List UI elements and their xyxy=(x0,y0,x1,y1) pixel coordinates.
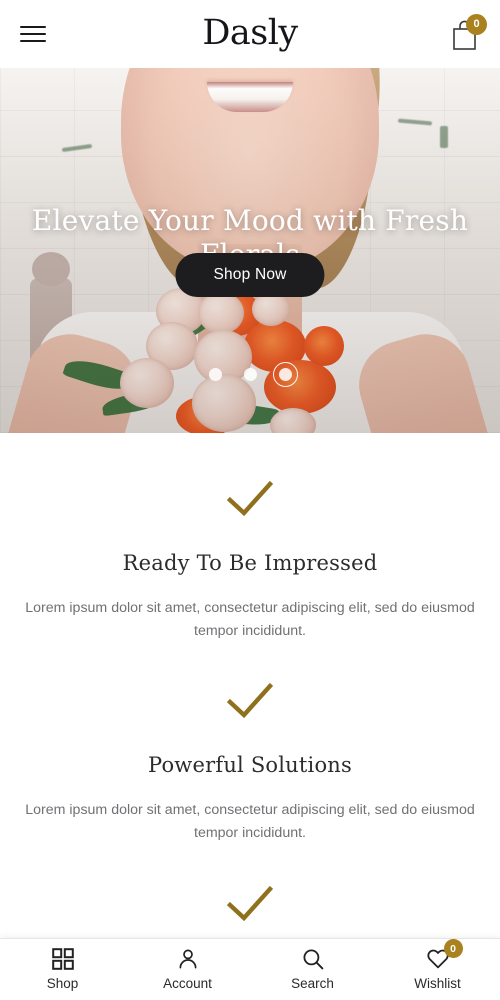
cart-button[interactable]: 0 xyxy=(448,14,487,52)
mobile-storefront-page: Dasly 0 Elevate Your Mood with Fresh Sho… xyxy=(0,0,500,1000)
nav-item-wishlist[interactable]: 0 Wishlist xyxy=(375,939,500,992)
hero-carousel[interactable]: Elevate Your Mood with Fresh Florals Sho… xyxy=(0,68,500,433)
wishlist-count-badge: 0 xyxy=(443,939,463,959)
nav-label: Account xyxy=(163,976,212,992)
user-icon xyxy=(177,948,199,970)
carousel-dot-3[interactable] xyxy=(272,362,298,387)
hamburger-line xyxy=(20,25,46,28)
carousel-dot-2[interactable] xyxy=(243,368,257,381)
grid-icon xyxy=(51,948,74,971)
hamburger-line xyxy=(20,32,46,36)
feature-item: Powerful Solutions Lorem ipsum dolor sit… xyxy=(0,671,500,873)
site-header: Dasly 0 xyxy=(0,0,500,68)
check-icon xyxy=(226,683,274,719)
hamburger-line xyxy=(20,40,46,43)
feature-text: Lorem ipsum dolor sit amet, consectetur … xyxy=(25,600,475,640)
search-icon xyxy=(302,948,324,970)
hamburger-menu-icon[interactable] xyxy=(18,21,48,47)
check-icon xyxy=(226,885,274,921)
bottom-navigation-bar: Shop Account Search 0 Wishlist xyxy=(0,938,500,1000)
carousel-dots xyxy=(0,362,500,387)
feature-title: Powerful Solutions xyxy=(147,753,353,778)
feature-title: Ready To Be Impressed xyxy=(122,551,378,575)
check-icon xyxy=(226,481,274,517)
nav-item-search[interactable]: Search xyxy=(250,948,375,991)
nav-label: Search xyxy=(291,976,334,992)
nav-item-account[interactable]: Account xyxy=(125,948,250,991)
features-section: Ready To Be Impressed Lorem ipsum dolor … xyxy=(0,433,500,984)
heart-icon: 0 xyxy=(426,939,463,970)
feature-text: Lorem ipsum dolor sit amet, consectetur … xyxy=(25,802,475,842)
nav-item-shop[interactable]: Shop xyxy=(0,948,125,991)
nav-label: Wishlist xyxy=(414,976,461,992)
site-logo[interactable]: Dasly xyxy=(202,15,298,51)
carousel-dot-1[interactable] xyxy=(208,368,222,381)
shop-now-button[interactable]: Shop Now xyxy=(175,253,325,297)
cart-count-badge: 0 xyxy=(466,14,487,35)
nav-label: Shop xyxy=(46,976,79,992)
feature-item: Ready To Be Impressed Lorem ipsum dolor … xyxy=(0,469,500,671)
